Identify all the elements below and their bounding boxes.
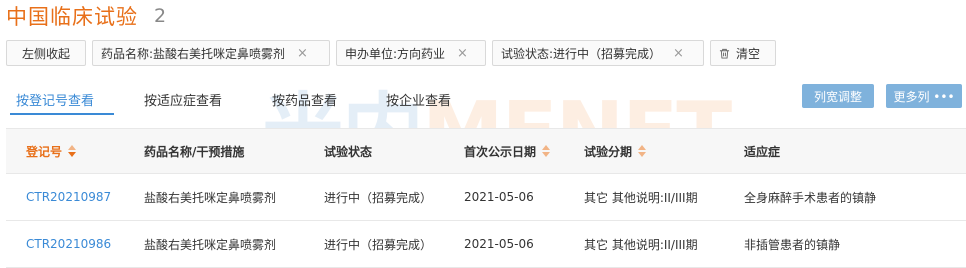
trash-icon xyxy=(719,48,730,59)
header-trial-phase[interactable]: 试验分期 xyxy=(584,129,647,173)
filter-bar: 左侧收起 药品名称:盐酸右美托咪定鼻喷雾剂 × 申办单位:方向药业 × 试验状态… xyxy=(6,40,776,68)
header-drug-name: 药品名称/干预措施 xyxy=(144,144,245,159)
filter-chip-status[interactable]: 试验状态:进行中（招募完成） × xyxy=(492,40,704,66)
tab-by-indication[interactable]: 按适应症查看 xyxy=(144,90,222,109)
trial-phase-cell: 其它 其他说明:II/III期 xyxy=(584,190,698,205)
clear-filters-label: 清空 xyxy=(736,46,761,61)
tab-by-company[interactable]: 按企业查看 xyxy=(386,90,451,109)
header-trial-status: 试验状态 xyxy=(324,144,373,159)
publish-date-cell: 2021-05-06 xyxy=(464,237,534,251)
trial-status-cell: 进行中（招募完成） xyxy=(324,237,433,252)
close-icon[interactable]: × xyxy=(673,46,684,61)
sort-icon[interactable] xyxy=(542,145,551,157)
drug-name-cell: 盐酸右美托咪定鼻喷雾剂 xyxy=(144,190,277,205)
filter-chip-drug[interactable]: 药品名称:盐酸右美托咪定鼻喷雾剂 × xyxy=(92,40,330,66)
tab-by-registration[interactable]: 按登记号查看 xyxy=(16,90,94,109)
active-tab-indicator xyxy=(10,113,114,115)
clear-filters-button[interactable]: 清空 xyxy=(710,40,776,66)
result-count: 2 xyxy=(154,5,167,27)
header-indication: 适应症 xyxy=(744,144,781,159)
sort-icon[interactable] xyxy=(68,145,77,157)
filter-chip-label: 申办单位:方向药业 xyxy=(345,46,446,61)
table-header: 登记号 药品名称/干预措施 试验状态 首次公示日期 试验分期 适应症 xyxy=(6,129,966,174)
column-width-label: 列宽调整 xyxy=(813,89,862,104)
results-table: 登记号 药品名称/干预措施 试验状态 首次公示日期 试验分期 适应症 CTR20… xyxy=(6,128,966,268)
header-first-publish-date[interactable]: 首次公示日期 xyxy=(464,129,551,173)
close-icon[interactable]: × xyxy=(297,46,308,61)
indication-cell: 非插管患者的镇静 xyxy=(744,237,841,252)
close-icon[interactable]: × xyxy=(457,46,468,61)
collapse-sidebar-label: 左侧收起 xyxy=(21,46,70,61)
trial-status-cell: 进行中（招募完成） xyxy=(324,190,433,205)
collapse-sidebar-button[interactable]: 左侧收起 xyxy=(6,40,86,66)
more-columns-button[interactable]: 更多列 ••• xyxy=(886,84,962,108)
column-width-button[interactable]: 列宽调整 xyxy=(802,84,874,108)
tab-by-drug[interactable]: 按药品查看 xyxy=(272,90,337,109)
publish-date-cell: 2021-05-06 xyxy=(464,190,534,204)
filter-chip-label: 药品名称:盐酸右美托咪定鼻喷雾剂 xyxy=(101,46,286,61)
registration-no-link[interactable]: CTR20210987 xyxy=(26,174,111,220)
drug-name-cell: 盐酸右美托咪定鼻喷雾剂 xyxy=(144,237,277,252)
more-columns-label: 更多列 ••• xyxy=(893,89,955,104)
header-registration-no[interactable]: 登记号 xyxy=(26,129,77,173)
trial-phase-cell: 其它 其他说明:II/III期 xyxy=(584,237,698,252)
sort-icon[interactable] xyxy=(638,145,647,157)
title-row: 中国临床试验 2 xyxy=(6,0,166,32)
filter-chip-label: 试验状态:进行中（招募完成） xyxy=(501,46,662,61)
filter-chip-sponsor[interactable]: 申办单位:方向药业 × xyxy=(336,40,486,66)
indication-cell: 全身麻醉手术患者的镇静 xyxy=(744,190,877,205)
registration-no-link[interactable]: CTR20210986 xyxy=(26,221,111,267)
table-row: CTR20210987 盐酸右美托咪定鼻喷雾剂 进行中（招募完成） 2021-0… xyxy=(6,174,966,221)
page-title: 中国临床试验 xyxy=(6,5,138,29)
table-row: CTR20210986 盐酸右美托咪定鼻喷雾剂 进行中（招募完成） 2021-0… xyxy=(6,221,966,268)
